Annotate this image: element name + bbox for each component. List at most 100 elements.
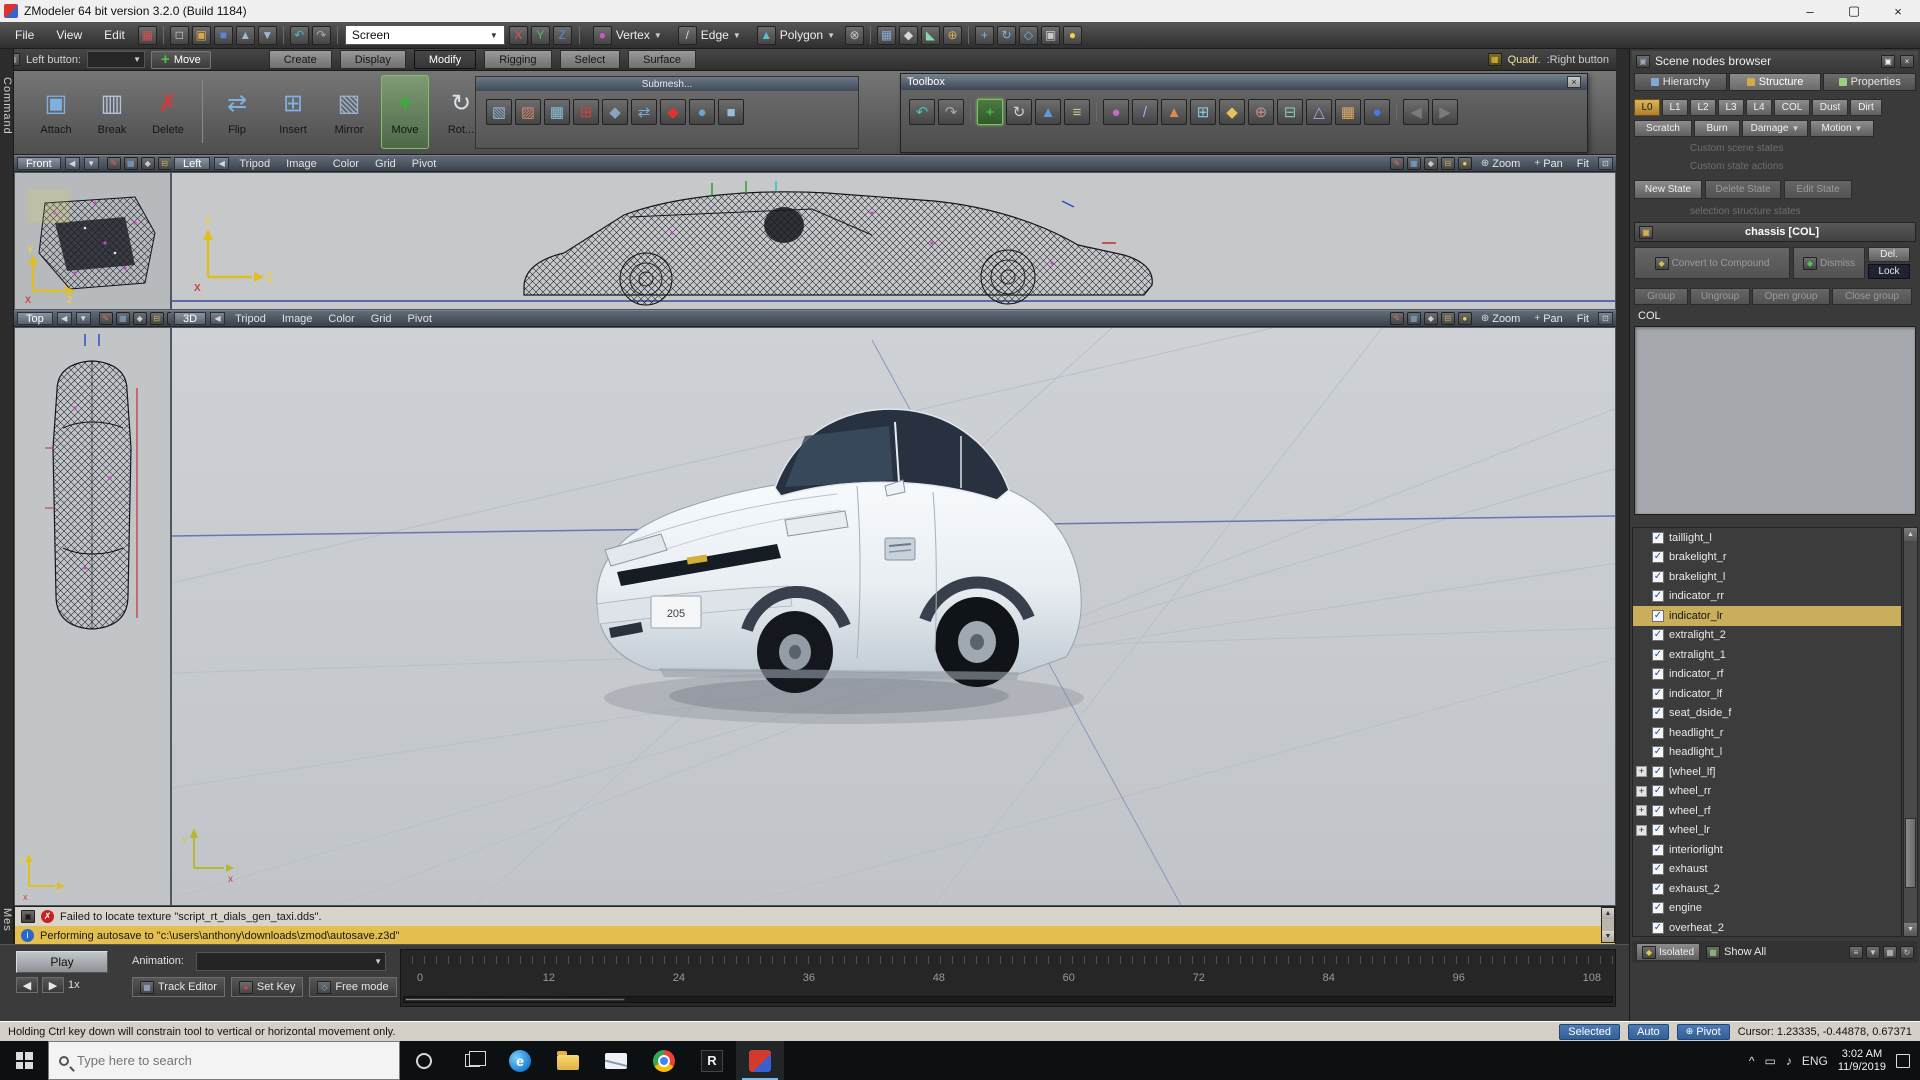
next-icon[interactable]: ▶	[1432, 99, 1458, 125]
snap-grid-icon[interactable]: ▦	[877, 26, 896, 45]
node-visibility-checkbox[interactable]: ✓	[1652, 785, 1664, 797]
viewport-menu-image[interactable]: Image	[276, 313, 319, 325]
submesh-cut-icon[interactable]: ◆	[602, 99, 628, 125]
damage-button[interactable]: Damage▼	[1742, 120, 1808, 137]
convert-to-compound-button[interactable]: ◆ Convert to Compound	[1634, 247, 1790, 279]
edge-mode-button[interactable]: / Edge▼	[672, 26, 747, 45]
lod-col-button[interactable]: COL	[1774, 99, 1810, 116]
rotate-icon[interactable]: ↻	[1006, 99, 1032, 125]
taskbar-app-zmodeler[interactable]	[736, 1041, 784, 1080]
weld-icon[interactable]: ⊕	[1248, 99, 1274, 125]
scene-node-row[interactable]: ✓brakelight_l	[1633, 567, 1901, 587]
vertex-tool-icon[interactable]: ●	[1103, 99, 1129, 125]
free-mode-button[interactable]: ◇ Free mode	[309, 977, 396, 997]
node-visibility-checkbox[interactable]: ✓	[1652, 668, 1664, 680]
scene-node-row[interactable]: ✓taillight_l	[1633, 528, 1901, 548]
viewport-menu-tripod[interactable]: Tripod	[233, 158, 276, 170]
track-editor-button[interactable]: ▦ Track Editor	[132, 977, 225, 997]
minimize-button[interactable]: –	[1788, 0, 1832, 22]
node-visibility-checkbox[interactable]: ✓	[1652, 922, 1664, 934]
dismiss-button[interactable]: ◆ Dismiss	[1793, 247, 1865, 279]
viewport-name[interactable]: Front	[17, 157, 61, 170]
menu-view[interactable]: View	[47, 26, 91, 44]
tab-create[interactable]: Create	[269, 50, 332, 69]
shading-toggle-icon[interactable]: ◆	[1424, 312, 1438, 325]
viewport-menu-pivot[interactable]: Pivot	[406, 158, 442, 170]
shading-toggle-icon[interactable]: ◆	[1424, 157, 1438, 170]
break-button[interactable]: ▥Break	[88, 75, 136, 149]
submesh-detach-icon[interactable]: ◆	[660, 99, 686, 125]
submesh-plane-icon[interactable]: ■	[718, 99, 744, 125]
command-panel-tab[interactable]: Command	[1, 77, 13, 135]
open-group-button[interactable]: Open group	[1752, 288, 1830, 305]
3d-viewport[interactable]: 205	[171, 327, 1616, 906]
message-scrollbar[interactable]: ▲ ▼	[1601, 907, 1615, 943]
submesh-title[interactable]: Submesh...	[476, 77, 858, 91]
delete-button[interactable]: ✗Delete	[144, 75, 192, 149]
message-row[interactable]: i Performing autosave to "c:\users\antho…	[15, 926, 1615, 945]
key-icon[interactable]: ⊟	[150, 312, 164, 325]
edge-tool-icon[interactable]: /	[1132, 99, 1158, 125]
scene-node-list[interactable]: ✓taillight_l✓brakelight_r✓brakelight_l✓i…	[1632, 527, 1902, 937]
viewport-menu-grid[interactable]: Grid	[369, 158, 402, 170]
auto-mode-button[interactable]: Auto	[1628, 1024, 1669, 1040]
scroll-thumb[interactable]	[405, 998, 625, 1001]
submesh-brush-icon[interactable]: ▨	[515, 99, 541, 125]
fit-button[interactable]: Fit	[1572, 158, 1594, 170]
move-tool-icon[interactable]: +	[975, 26, 994, 45]
node-list-scrollbar[interactable]: ▲ ▼	[1903, 527, 1918, 937]
playback-speed[interactable]: 1x	[68, 979, 80, 991]
pan-button[interactable]: +Pan	[1529, 158, 1567, 170]
new-file-icon[interactable]: □	[170, 26, 189, 45]
col-list[interactable]	[1634, 326, 1916, 515]
timeline-scrollbar[interactable]	[403, 996, 1613, 1003]
submesh-box-icon[interactable]: ▧	[486, 99, 512, 125]
axes-mode-icon[interactable]: ⊕	[943, 26, 962, 45]
viewport-menu-color[interactable]: Color	[327, 158, 365, 170]
texture-toggle-icon[interactable]: ▦	[1407, 312, 1421, 325]
uv-map-icon[interactable]: ▦	[1335, 99, 1361, 125]
scene-node-row[interactable]: ✓headlight_l	[1633, 743, 1901, 763]
selected-mode-button[interactable]: Selected	[1559, 1024, 1620, 1040]
sort-icon[interactable]: ▼	[1866, 946, 1880, 959]
x-axis-toggle[interactable]: X	[509, 26, 528, 45]
lod-l0-button[interactable]: L0	[1634, 99, 1660, 116]
undo-icon[interactable]: ↶	[909, 99, 935, 125]
gear-icon[interactable]: ⊗	[845, 26, 864, 45]
scroll-up-icon[interactable]: ▲	[1904, 528, 1917, 541]
message-row[interactable]: ▣ ✗ Failed to locate texture "script_rt_…	[15, 907, 1615, 926]
texture-toggle-icon[interactable]: ▦	[124, 157, 138, 170]
lod-l2-button[interactable]: L2	[1690, 99, 1716, 116]
flip-button[interactable]: ⇄Flip	[213, 75, 261, 149]
node-visibility-checkbox[interactable]: ✓	[1652, 649, 1664, 661]
pan-button[interactable]: +Pan	[1529, 313, 1567, 325]
messages-panel-tab[interactable]: Mes	[1, 908, 13, 932]
delete-state-button[interactable]: Delete State	[1705, 180, 1781, 199]
attach-button[interactable]: ▣Attach	[32, 75, 80, 149]
prev-frame-icon[interactable]: ◀	[16, 977, 38, 993]
wire-toggle-icon[interactable]: ✎	[107, 157, 121, 170]
keyboard-language[interactable]: ENG	[1802, 1054, 1828, 1068]
tab-select[interactable]: Select	[560, 50, 621, 69]
taskbar-app-explorer[interactable]	[544, 1041, 592, 1080]
zoom-button[interactable]: ⊕Zoom	[1476, 313, 1526, 325]
close-icon[interactable]: ×	[1900, 55, 1914, 68]
lock-button[interactable]: Lock	[1868, 264, 1910, 279]
menu-file[interactable]: File	[6, 26, 43, 44]
group-button[interactable]: Group	[1634, 288, 1688, 305]
scene-node-row[interactable]: ✓indicator_lr	[1633, 606, 1901, 626]
lod-l4-button[interactable]: L4	[1746, 99, 1772, 116]
normals-icon[interactable]: △	[1306, 99, 1332, 125]
shading-toggle-icon[interactable]: ◆	[141, 157, 155, 170]
insert-button[interactable]: ⊞Insert	[269, 75, 317, 149]
left-button-tool[interactable]: + Move	[151, 51, 211, 69]
chevron-down-icon[interactable]: ▼	[84, 157, 99, 170]
scene-node-row[interactable]: ✓indicator_rr	[1633, 587, 1901, 607]
scene-node-row[interactable]: +✓wheel_lr	[1633, 821, 1901, 841]
viewport-menu-tripod[interactable]: Tripod	[229, 313, 272, 325]
scene-node-row[interactable]: ✓seat_dside_f	[1633, 704, 1901, 724]
mirror-button[interactable]: ▧Mirror	[325, 75, 373, 149]
export-icon[interactable]: ▼	[258, 26, 277, 45]
scene-node-row[interactable]: ✓headlight_r	[1633, 723, 1901, 743]
redo-icon[interactable]: ↷	[938, 99, 964, 125]
